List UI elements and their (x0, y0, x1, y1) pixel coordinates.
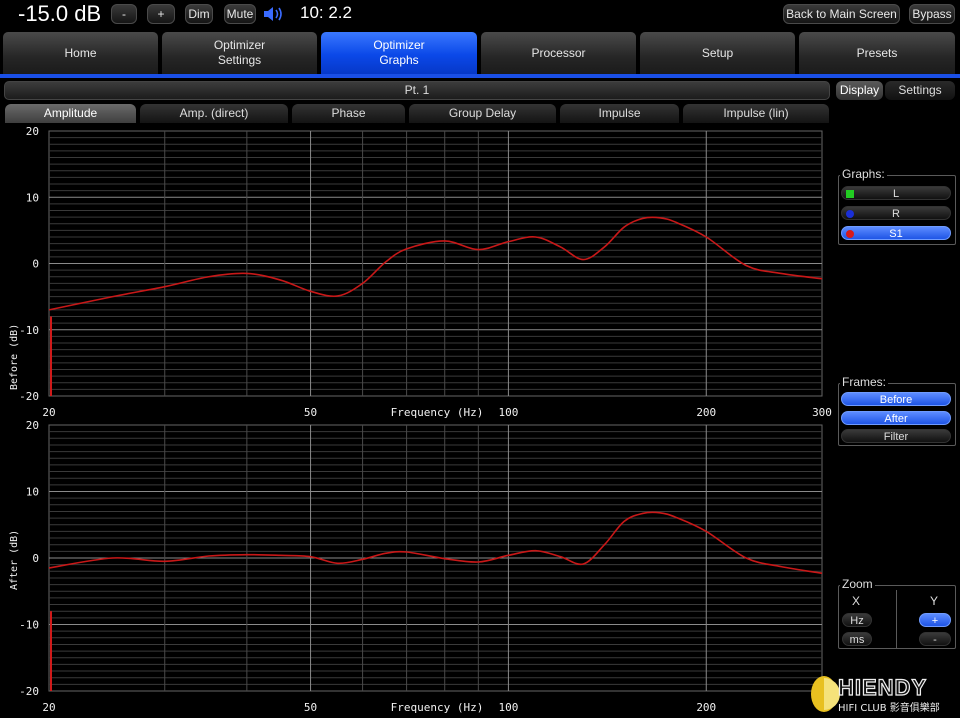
volume-readout: -15.0 dB (18, 1, 102, 26)
tab-processor[interactable]: Processor (481, 32, 636, 74)
bypass-button[interactable]: Bypass (909, 4, 955, 24)
frames-group-title: Frames: (840, 375, 889, 389)
volume-down-button[interactable]: - (111, 4, 137, 24)
frame-toggle-after[interactable]: After (841, 411, 951, 425)
graph-toggle-s1[interactable]: S1 (841, 226, 951, 240)
y-tick-label: 10 (26, 486, 39, 499)
after-grid (48, 424, 823, 692)
tab-impulse[interactable]: Impulse (560, 104, 679, 123)
before-amplitude-graph: Before (dB) 20100-10-20 20 50 100 200 300 Fr… (9, 125, 832, 419)
zoom-group-title: Zoom (840, 577, 875, 591)
zoom-x-hz-button[interactable]: Hz (842, 613, 872, 627)
graph-toggle-label: L (892, 188, 900, 200)
graphs-group-title: Graphs: (840, 167, 887, 181)
blue-dot-icon (846, 210, 854, 218)
x-tick-label: 100 (498, 701, 518, 714)
speaker-volume-icon[interactable] (262, 5, 284, 23)
after-x-ticks: 20 50 100 200 (42, 701, 716, 714)
before-y-ticks: 20 10 0 -10 -20 (19, 125, 39, 403)
y-tick-label: -20 (19, 685, 39, 698)
after-amplitude-graph: After (dB) 20100-10-20 20 50 100 200 Freque… (9, 419, 823, 714)
dim-button[interactable]: Dim (185, 4, 213, 24)
graph-toggle-l[interactable]: L (841, 186, 951, 200)
zoom-y-out-button[interactable]: - (919, 632, 951, 646)
x-tick-label: 20 (42, 701, 55, 714)
graph-toggle-r[interactable]: R (841, 206, 951, 220)
tab-optimizer-graphs[interactable]: Optimizer Graphs (321, 32, 477, 74)
zoom-x-ms-button[interactable]: ms (842, 632, 872, 646)
tab-presets[interactable]: Presets (799, 32, 955, 74)
x-tick-label: 50 (304, 701, 317, 714)
frame-toggle-before[interactable]: Before (841, 392, 951, 406)
zoom-x-label: X (852, 594, 861, 608)
point-selector[interactable]: Pt. 1 (4, 81, 830, 100)
graph-toggle-label: R (892, 208, 900, 220)
tab-optimizer-settings[interactable]: Optimizer Settings (162, 32, 317, 74)
mute-button[interactable]: Mute (224, 4, 256, 24)
back-to-main-screen-button[interactable]: Back to Main Screen (783, 4, 900, 24)
y-tick-label: 20 (26, 125, 39, 138)
before-grid (48, 130, 823, 397)
watermark-sub-text: HIFI CLUB 影音俱樂部 (838, 701, 940, 714)
tab-side-settings[interactable]: Settings (885, 81, 955, 100)
tab-amp-direct[interactable]: Amp. (direct) (140, 104, 288, 123)
tab-setup[interactable]: Setup (640, 32, 795, 74)
tab-amplitude[interactable]: Amplitude (5, 104, 136, 123)
tab-group-delay[interactable]: Group Delay (409, 104, 556, 123)
frame-toggle-filter[interactable]: Filter (841, 429, 951, 443)
volume-up-button[interactable]: + (147, 4, 175, 24)
hiendy-watermark-logo: HIENDY HIFI CLUB 影音俱樂部 (811, 674, 940, 714)
tab-home[interactable]: Home (3, 32, 158, 74)
x-tick-label: 200 (696, 701, 716, 714)
graph-toggle-label: S1 (889, 228, 903, 240)
y-tick-label: 0 (32, 552, 39, 565)
watermark-logo-text: HIENDY (838, 675, 927, 700)
y-tick-label: 20 (26, 419, 39, 432)
red-dot-icon (846, 230, 854, 238)
zoom-divider (896, 590, 897, 648)
zoom-y-in-button[interactable]: + (919, 613, 951, 627)
zoom-y-label: Y (930, 594, 939, 608)
after-x-axis-label: Frequency (Hz) (391, 701, 484, 714)
tab-underline (0, 74, 960, 78)
y-tick-label: -20 (19, 390, 39, 403)
after-y-axis-label: After (dB) (9, 530, 20, 590)
top-status-bar: -15.0 dB - + Dim Mute 10: 2.2 Back to Ma… (0, 0, 960, 30)
clock-readout: 10: 2.2 (300, 3, 352, 22)
green-square-icon (846, 190, 854, 198)
y-tick-label: -10 (19, 619, 39, 632)
y-tick-label: 0 (32, 258, 39, 271)
y-tick-label: -10 (19, 324, 39, 337)
after-y-ticks: 20 10 0 -10 -20 (19, 419, 39, 698)
tab-phase[interactable]: Phase (292, 104, 405, 123)
tab-display[interactable]: Display (836, 81, 883, 100)
tab-impulse-lin[interactable]: Impulse (lin) (683, 104, 829, 123)
y-tick-label: 10 (26, 191, 39, 204)
